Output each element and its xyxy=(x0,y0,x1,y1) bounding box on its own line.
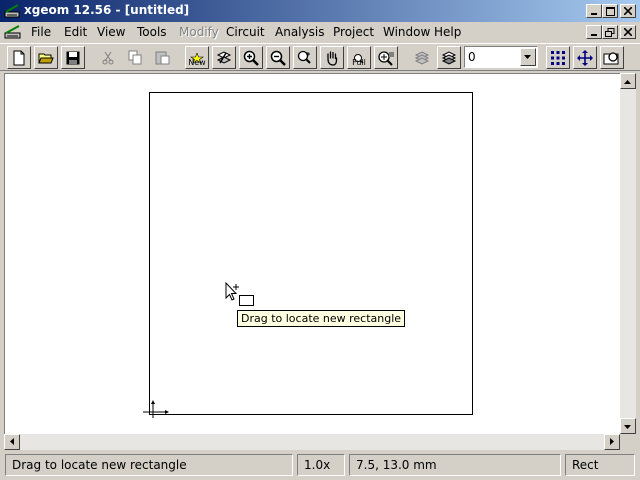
layer-select-value: 0 xyxy=(468,50,476,64)
menu-circuit[interactable]: Circuit xyxy=(226,25,265,39)
scroll-left-button[interactable] xyxy=(4,434,20,450)
status-message: Drag to locate new rectangle xyxy=(5,454,293,476)
layer-select[interactable]: 0 xyxy=(464,46,538,68)
horizontal-scrollbar[interactable] xyxy=(4,434,620,450)
move-arrows-icon xyxy=(577,49,593,66)
new-geometry-button[interactable]: New xyxy=(185,46,209,69)
mdi-minimize-button[interactable] xyxy=(586,25,602,39)
new-file-button[interactable] xyxy=(7,46,31,69)
open-file-button[interactable] xyxy=(34,46,58,69)
menu-help[interactable]: Help xyxy=(434,25,461,39)
open-folder-icon xyxy=(38,51,54,65)
menu-tools[interactable]: Tools xyxy=(137,25,167,39)
scissors-icon xyxy=(101,51,115,65)
inspect-window-icon xyxy=(603,50,621,66)
toolbar: New Full xyxy=(0,43,640,71)
layers-disabled-button xyxy=(410,46,434,69)
zoom-all-button[interactable] xyxy=(374,46,398,69)
new-file-icon xyxy=(12,50,26,66)
menu-file[interactable]: File xyxy=(31,25,51,39)
zoom-full-label: Full xyxy=(352,58,366,67)
rectangle-cursor-icon xyxy=(225,281,259,308)
mdi-close-button[interactable] xyxy=(620,25,636,39)
zoom-out-icon xyxy=(270,50,286,66)
arrow-up-icon xyxy=(624,75,632,88)
document-icon[interactable] xyxy=(4,24,22,40)
layer-stack-icon xyxy=(414,50,430,66)
scrollbar-corner xyxy=(620,434,636,450)
edit-layer-button[interactable] xyxy=(212,46,236,69)
layer-edit-icon xyxy=(216,50,232,66)
status-zoom: 1.0x xyxy=(297,454,345,476)
maximize-button[interactable] xyxy=(602,4,618,18)
scroll-up-button[interactable] xyxy=(620,73,636,89)
app-icon[interactable] xyxy=(4,3,20,19)
arrow-left-icon xyxy=(9,436,15,449)
copy-icon xyxy=(128,50,143,65)
save-disk-icon xyxy=(66,51,80,65)
status-bar: Drag to locate new rectangle 1.0x 7.5, 1… xyxy=(0,452,640,480)
arrow-down-icon xyxy=(624,420,632,433)
close-button[interactable] xyxy=(620,4,636,18)
inspect-button[interactable] xyxy=(600,46,624,69)
menu-edit[interactable]: Edit xyxy=(64,25,87,39)
zoom-full-button[interactable]: Full xyxy=(347,46,371,69)
menu-view[interactable]: View xyxy=(97,25,125,39)
zoom-grid-icon xyxy=(377,50,395,66)
menu-modify: Modify xyxy=(179,25,219,39)
zoom-window-button[interactable] xyxy=(293,46,317,69)
cut-button xyxy=(96,46,120,69)
move-button[interactable] xyxy=(573,46,597,69)
tooltip: Drag to locate new rectangle xyxy=(237,310,406,327)
geometry-boundary xyxy=(149,92,473,415)
status-mode: Rect xyxy=(565,454,635,476)
paste-button xyxy=(150,46,174,69)
zoom-in-button[interactable] xyxy=(239,46,263,69)
scroll-right-button[interactable] xyxy=(604,434,620,450)
paste-icon xyxy=(155,50,170,65)
menu-window[interactable]: Window xyxy=(383,25,430,39)
layers-icon xyxy=(441,50,457,66)
zoom-window-icon xyxy=(297,50,313,66)
vertical-scrollbar[interactable] xyxy=(620,73,636,434)
menu-bar: File Edit View Tools Modify Circuit Anal… xyxy=(0,22,640,42)
drawing-area[interactable]: Drag to locate new rectangle xyxy=(4,73,620,434)
grid-button[interactable] xyxy=(546,46,570,69)
minimize-button[interactable] xyxy=(586,4,602,18)
window-title: xgeom 12.56 - [untitled] xyxy=(24,3,190,17)
hand-icon xyxy=(324,50,340,66)
pan-button[interactable] xyxy=(320,46,344,69)
mdi-restore-button[interactable] xyxy=(602,25,618,39)
new-geometry-label: New xyxy=(188,58,206,67)
origin-axes-icon xyxy=(141,400,171,420)
copy-button xyxy=(123,46,147,69)
layers-button[interactable] xyxy=(437,46,461,69)
zoom-in-icon xyxy=(243,50,259,66)
scroll-down-button[interactable] xyxy=(620,418,636,434)
menu-analysis[interactable]: Analysis xyxy=(275,25,324,39)
status-coordinates: 7.5, 13.0 mm xyxy=(349,454,561,476)
grid-dots-icon xyxy=(550,50,566,66)
save-button[interactable] xyxy=(61,46,85,69)
title-bar: xgeom 12.56 - [untitled] xyxy=(0,0,640,22)
zoom-out-button[interactable] xyxy=(266,46,290,69)
menu-project[interactable]: Project xyxy=(333,25,374,39)
arrow-right-icon xyxy=(609,436,615,449)
dropdown-arrow-icon[interactable] xyxy=(520,48,536,66)
